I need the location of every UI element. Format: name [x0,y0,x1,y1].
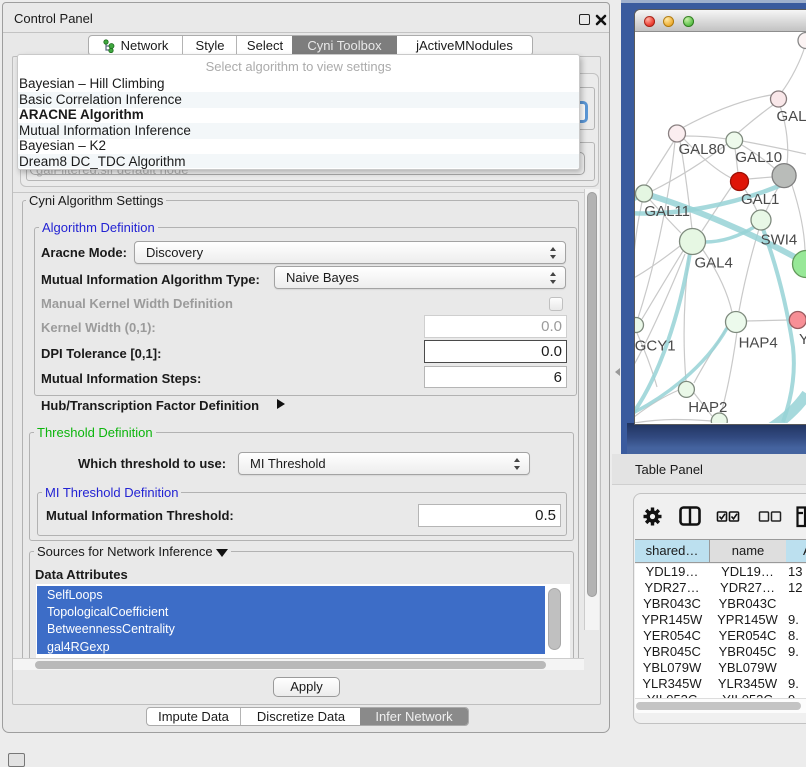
svg-text:HAP2: HAP2 [688,399,727,416]
svg-text:GAL4: GAL4 [695,255,733,272]
svg-text:GAL7: GAL7 [777,108,806,125]
svg-text:GAL11: GAL11 [644,203,690,220]
svg-text:Y: Y [799,331,806,348]
svg-text:HAP4: HAP4 [739,335,778,352]
svg-text:SWI4: SWI4 [761,232,798,249]
svg-text:GAL80: GAL80 [679,141,726,158]
svg-text:GCY1: GCY1 [635,338,676,355]
svg-text:GAL10: GAL10 [735,149,782,166]
svg-text:GAL1: GAL1 [741,191,779,208]
